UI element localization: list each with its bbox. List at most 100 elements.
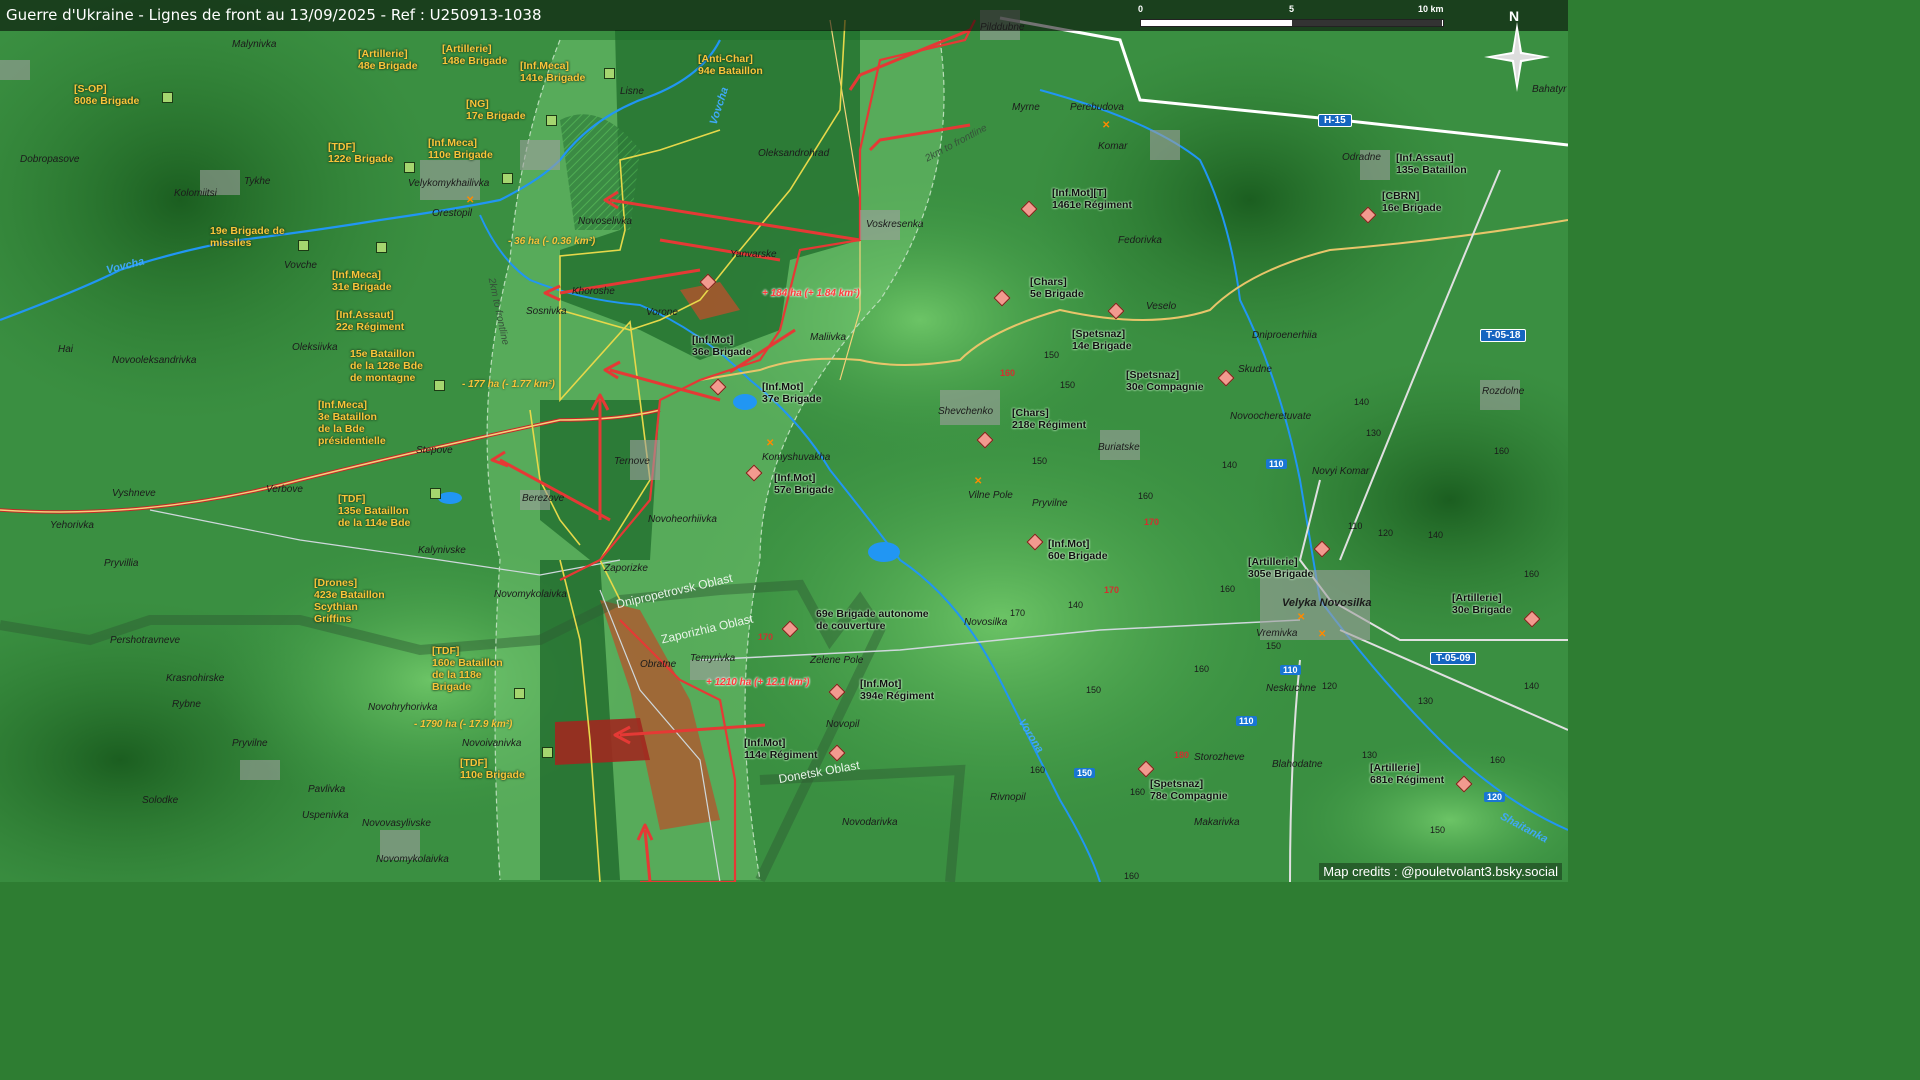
ua-unit-marker-icon[interactable] xyxy=(430,488,441,499)
ru-unit-label: [Inf.Mot] 394e Régiment xyxy=(860,678,935,702)
town-label: Hai xyxy=(58,344,74,355)
town-label: Pryvilne xyxy=(1032,498,1068,509)
ru-unit-label: [Artillerie] 305e Brigade xyxy=(1248,556,1314,580)
strike-marker-icon: ✕ xyxy=(466,195,475,206)
ua-unit-marker-icon[interactable] xyxy=(404,162,415,173)
elevation-label: 160 xyxy=(1030,765,1046,775)
strike-marker-icon: ✕ xyxy=(1297,612,1306,623)
town-label: Novoivanivka xyxy=(462,738,522,749)
ua-unit-marker-icon[interactable] xyxy=(162,92,173,103)
lake xyxy=(438,492,462,504)
elevation-label: 160 xyxy=(1194,664,1210,674)
town-label: Dniproenerhiia xyxy=(1252,330,1318,341)
ru-unit-label: [Artillerie] 30e Brigade xyxy=(1452,592,1512,616)
map-credits: Map credits : @pouletvolant3.bsky.social xyxy=(1319,863,1562,880)
town-label: Solodke xyxy=(142,795,179,806)
elevation-label: 150 xyxy=(1086,685,1102,695)
scale-label-5: 5 xyxy=(1289,4,1295,14)
elevation-label: 160 xyxy=(1524,569,1540,579)
town-label: Komar xyxy=(1098,141,1128,152)
town-label: Fedorivka xyxy=(1118,235,1162,246)
area-change-label: - 36 ha (- 0.36 km²) xyxy=(508,236,596,247)
ru-unit-label: [Chars] 5e Brigade xyxy=(1030,276,1084,300)
town-label: Lisne xyxy=(620,86,644,97)
town-label: Oleksandrohrad xyxy=(758,148,830,159)
town-label: Storozheve xyxy=(1194,752,1245,763)
ua-unit-marker-icon[interactable] xyxy=(542,747,553,758)
ua-unit-label: 19e Brigade de missiles xyxy=(210,225,285,249)
town-label: Buriatske xyxy=(1098,442,1140,453)
town-label: Pryvillia xyxy=(104,558,139,569)
ru-unit-label: [Inf.Mot] 37e Brigade xyxy=(762,381,822,405)
ru-unit-label: [CBRN] 16e Brigade xyxy=(1382,190,1442,214)
elevation-label: 160 xyxy=(1000,368,1016,378)
ua-unit-label: [TDF] 122e Brigade xyxy=(328,141,394,165)
town-label: Vilne Pole xyxy=(968,490,1013,501)
town-label: Novosilka xyxy=(964,617,1008,628)
ua-unit-marker-icon[interactable] xyxy=(298,240,309,251)
town-label: Novovasylivske xyxy=(362,818,431,829)
town-label: Uspenivka xyxy=(302,810,349,821)
town-label: Novohryhorivka xyxy=(368,702,438,713)
area-change-label: + 1210 ha (+ 12.1 km²) xyxy=(706,677,810,688)
town-label: Novodarivka xyxy=(842,817,898,828)
elevation-label: 160 xyxy=(1124,871,1140,881)
strike-marker-icon: ✕ xyxy=(1102,120,1111,131)
elevation-label: 150 xyxy=(1430,825,1446,835)
elevation-label: 130 xyxy=(1418,696,1434,706)
ru-unit-label: [Inf.Mot] 36e Brigade xyxy=(692,334,752,358)
town-label: Skudne xyxy=(1238,364,1272,375)
town-label: Pilddubne xyxy=(980,22,1025,33)
ua-unit-marker-icon[interactable] xyxy=(546,115,557,126)
town-label: Yanvarske xyxy=(730,249,777,260)
town-label: Novomykolaivka xyxy=(376,854,449,865)
elevation-label: 180 xyxy=(1174,750,1190,760)
elevation-label: 120 xyxy=(1322,681,1338,691)
ru-unit-label: [Inf.Mot][T] 1461e Régiment xyxy=(1052,187,1132,211)
ua-unit-label: [TDF] 135e Bataillon de la 114e Bde xyxy=(338,493,411,529)
town-label: Vovche xyxy=(284,260,317,271)
elevation-label: 140 xyxy=(1354,397,1370,407)
town-label: Makarivka xyxy=(1194,817,1240,828)
road-shield-t0509: T-05-09 xyxy=(1430,652,1477,665)
ua-unit-label: [Inf.Meca] 141e Brigade xyxy=(520,60,586,84)
ua-unit-label: [S-OP] 808e Brigade xyxy=(74,83,140,107)
town-label: Maliivka xyxy=(810,332,847,343)
road-shield-h15: H-15 xyxy=(1318,114,1352,127)
ua-unit-marker-icon[interactable] xyxy=(434,380,445,391)
town-label: Verbove xyxy=(266,484,303,495)
ru-unit-label: [Inf.Mot] 60e Brigade xyxy=(1048,538,1108,562)
ua-unit-marker-icon[interactable] xyxy=(376,242,387,253)
town-label: Rozdolne xyxy=(1482,386,1525,397)
town-label: Rybne xyxy=(172,699,201,710)
elevation-label: 130 xyxy=(1362,750,1378,760)
road-number: 120 xyxy=(1484,792,1506,802)
elevation-label: 170 xyxy=(758,632,774,642)
ru-unit-label: [Artillerie] 681e Régiment xyxy=(1370,762,1445,786)
ua-unit-label: [NG] 17e Brigade xyxy=(466,98,526,122)
town-label: Odradne xyxy=(1342,152,1381,163)
town-label: Obratne xyxy=(640,659,677,670)
town-label: Ternove xyxy=(614,456,650,467)
town-label: Kalynivske xyxy=(418,545,466,556)
elevation-label: 140 xyxy=(1222,460,1238,470)
ua-unit-label: 15e Bataillon de la 128e Bde de montagne xyxy=(350,348,423,384)
elevation-label: 150 xyxy=(1060,380,1076,390)
elevation-label: 170 xyxy=(1104,585,1120,595)
ua-unit-label: [Artillerie] 48e Brigade xyxy=(358,48,418,72)
town-label: Novomykolaivka xyxy=(494,589,567,600)
town-label: Stepove xyxy=(416,445,453,456)
town-label: Novoocheretuvate xyxy=(1230,411,1312,422)
ua-unit-marker-icon[interactable] xyxy=(502,173,513,184)
ua-unit-marker-icon[interactable] xyxy=(514,688,525,699)
elevation-label: 130 xyxy=(1366,428,1382,438)
town-label: Vyshneve xyxy=(112,488,156,499)
elevation-label: 170 xyxy=(1010,608,1026,618)
elevation-label: 120 xyxy=(1378,528,1394,538)
town-label: Oleksiivka xyxy=(292,342,338,353)
ua-unit-label: [Anti-Char] 94e Bataillon xyxy=(698,53,763,77)
town-label: Zaporizke xyxy=(604,563,648,574)
ua-unit-marker-icon[interactable] xyxy=(604,68,615,79)
town-label: Bahatyr xyxy=(1532,84,1567,95)
compass-rose: N xyxy=(1484,8,1550,92)
